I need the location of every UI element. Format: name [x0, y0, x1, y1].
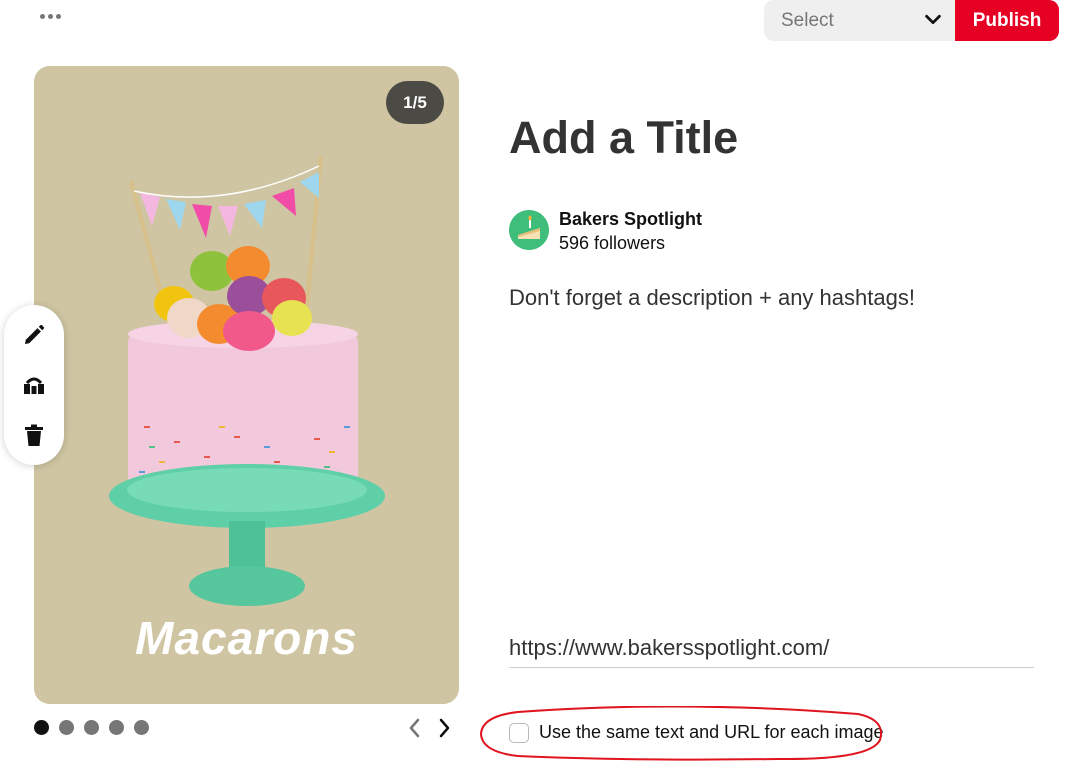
same-text-checkbox[interactable] [509, 722, 529, 743]
same-text-label: Use the same text and URL for each image [539, 722, 884, 742]
board-select-dropdown[interactable]: Select [764, 0, 956, 41]
publish-button[interactable]: Publish [955, 0, 1059, 41]
image-pager [34, 720, 149, 735]
image-counter: 1/5 [386, 81, 444, 124]
pager-dot[interactable] [59, 720, 74, 735]
avatar [509, 210, 549, 250]
image-caption: Macarons [135, 612, 358, 664]
trash-icon[interactable] [22, 423, 46, 447]
same-text-option[interactable]: Use the same text and URL for each image [509, 722, 884, 743]
chevron-down-icon [925, 14, 941, 25]
title-input[interactable]: Add a Title [509, 112, 738, 164]
chevron-left-icon[interactable] [405, 717, 425, 739]
board-select-value: Select [781, 9, 834, 31]
ellipsis-icon [39, 13, 45, 19]
description-input[interactable]: Don't forget a description + any hashtag… [509, 285, 915, 311]
pin-image-preview: 1/5 Macarons [34, 66, 459, 704]
more-options-button[interactable] [34, 4, 66, 28]
account-name: Bakers Spotlight [559, 209, 703, 229]
pager-dot[interactable] [34, 720, 49, 735]
edit-icon[interactable] [22, 323, 46, 347]
cake-image [34, 66, 459, 704]
pager-dot[interactable] [84, 720, 99, 735]
destination-url-field[interactable] [509, 628, 1034, 668]
chevron-right-icon[interactable] [434, 717, 454, 739]
reorder-icon[interactable] [22, 373, 46, 397]
pager-dot[interactable] [109, 720, 124, 735]
follower-count: 596 followers [559, 233, 666, 253]
image-tools-panel [4, 305, 64, 465]
pager-dot[interactable] [134, 720, 149, 735]
